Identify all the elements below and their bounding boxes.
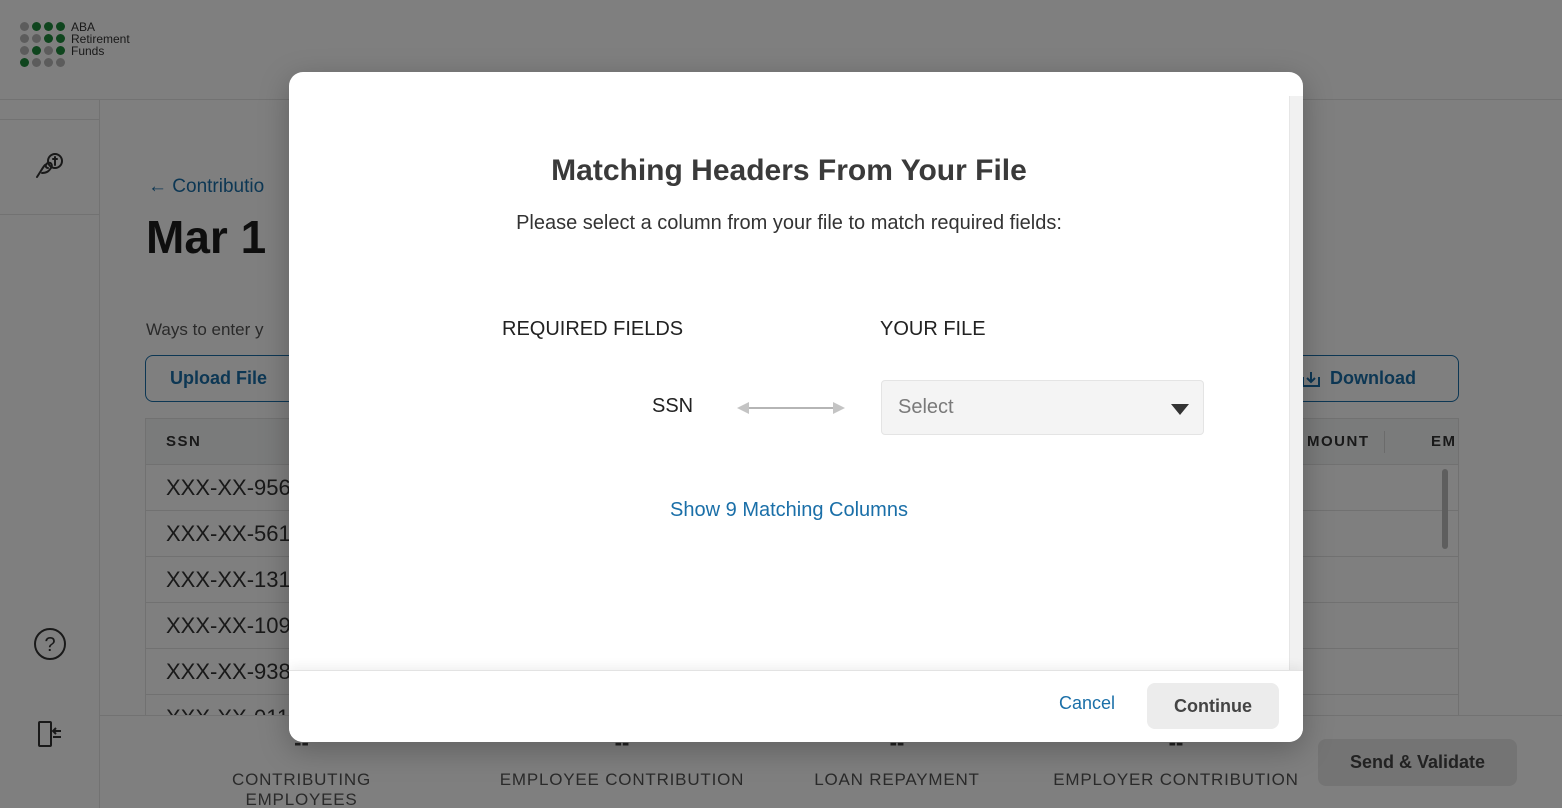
modal-scrollbar[interactable] bbox=[1289, 96, 1303, 670]
matching-headers-modal: Matching Headers From Your File Please s… bbox=[289, 72, 1303, 742]
select-placeholder: Select bbox=[898, 396, 954, 418]
required-field-ssn: SSN bbox=[652, 395, 694, 417]
caret-down-icon bbox=[1171, 404, 1189, 415]
continue-button[interactable]: Continue bbox=[1147, 683, 1279, 729]
app-root: ABA Retirement Funds ? bbox=[0, 0, 1562, 809]
show-matching-columns-link[interactable]: Show 9 Matching Columns bbox=[289, 499, 1289, 522]
file-column-select[interactable]: Select bbox=[881, 380, 1204, 435]
modal-body: Matching Headers From Your File Please s… bbox=[289, 72, 1289, 670]
cancel-button[interactable]: Cancel bbox=[1059, 693, 1115, 714]
modal-subtitle: Please select a column from your file to… bbox=[516, 212, 1062, 234]
modal-title: Matching Headers From Your File bbox=[551, 154, 1027, 187]
modal-footer: Cancel Continue bbox=[289, 670, 1303, 742]
required-fields-heading: REQUIRED FIELDS bbox=[502, 318, 684, 340]
double-arrow-icon bbox=[737, 402, 845, 414]
your-file-heading: YOUR FILE bbox=[880, 318, 986, 340]
show-matching-columns-label: Show 9 Matching Columns bbox=[670, 499, 908, 521]
